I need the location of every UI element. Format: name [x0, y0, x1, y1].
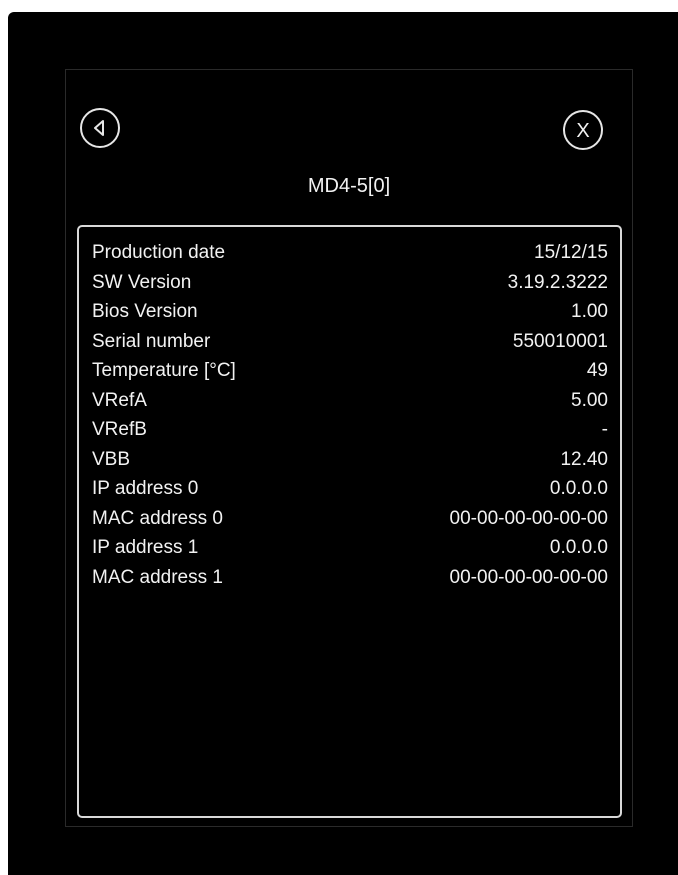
info-row: SW Version 3.19.2.3222 [79, 268, 620, 298]
info-value: 0.0.0.0 [549, 478, 608, 499]
info-label: VBB [92, 448, 131, 470]
info-row: IP address 1 0.0.0.0 [79, 533, 620, 563]
info-row: Production date 15/12/15 [79, 238, 620, 268]
info-label: Serial number [92, 330, 211, 352]
info-value: 00-00-00-00-00-00 [449, 507, 608, 529]
info-value: 0.0.0.0 [549, 537, 608, 558]
dialog-title: MD4-5[0] [307, 175, 391, 197]
module-info-dialog: X MD4-5[0] Production date 15/12/15 SW V… [65, 69, 633, 827]
info-label: Bios Version [92, 301, 198, 322]
info-value: 5.00 [571, 389, 608, 411]
info-label: IP address 1 [92, 537, 199, 558]
device-screen: X MD4-5[0] Production date 15/12/15 SW V… [8, 12, 678, 875]
back-triangle-icon [94, 120, 104, 136]
info-value: 1.00 [571, 301, 608, 322]
info-row: MAC address 0 00-00-00-00-00-00 [79, 504, 620, 534]
close-icon: X [576, 119, 590, 142]
info-value: 3.19.2.3222 [507, 271, 608, 293]
info-label: SW Version [92, 271, 192, 293]
info-box: Production date 15/12/15 SW Version 3.19… [77, 225, 622, 818]
info-label: Production date [92, 242, 226, 263]
info-value: 15/12/15 [534, 242, 608, 263]
info-label: IP address 0 [92, 478, 199, 499]
info-row: VRefB - [79, 415, 620, 445]
back-button[interactable] [80, 108, 120, 148]
info-label: Temperature [°C] [92, 360, 236, 381]
close-button[interactable]: X [563, 110, 603, 150]
info-value: 12.40 [560, 448, 608, 470]
info-label: VRefB [92, 419, 147, 440]
info-row: VBB 12.40 [79, 445, 620, 475]
info-row: MAC address 1 00-00-00-00-00-00 [79, 563, 620, 593]
info-list: Production date 15/12/15 SW Version 3.19… [79, 227, 620, 592]
info-row: Temperature [°C] 49 [79, 356, 620, 386]
info-label: MAC address 1 [92, 566, 223, 588]
info-row: Serial number 550010001 [79, 327, 620, 357]
info-row: VRefA 5.00 [79, 386, 620, 416]
info-label: VRefA [92, 389, 147, 411]
info-value: - [601, 419, 608, 440]
info-value: 00-00-00-00-00-00 [449, 566, 608, 588]
info-value: 550010001 [512, 330, 608, 352]
info-row: IP address 0 0.0.0.0 [79, 474, 620, 504]
info-value: 49 [586, 360, 608, 381]
info-row: Bios Version 1.00 [79, 297, 620, 327]
info-label: MAC address 0 [92, 507, 223, 529]
